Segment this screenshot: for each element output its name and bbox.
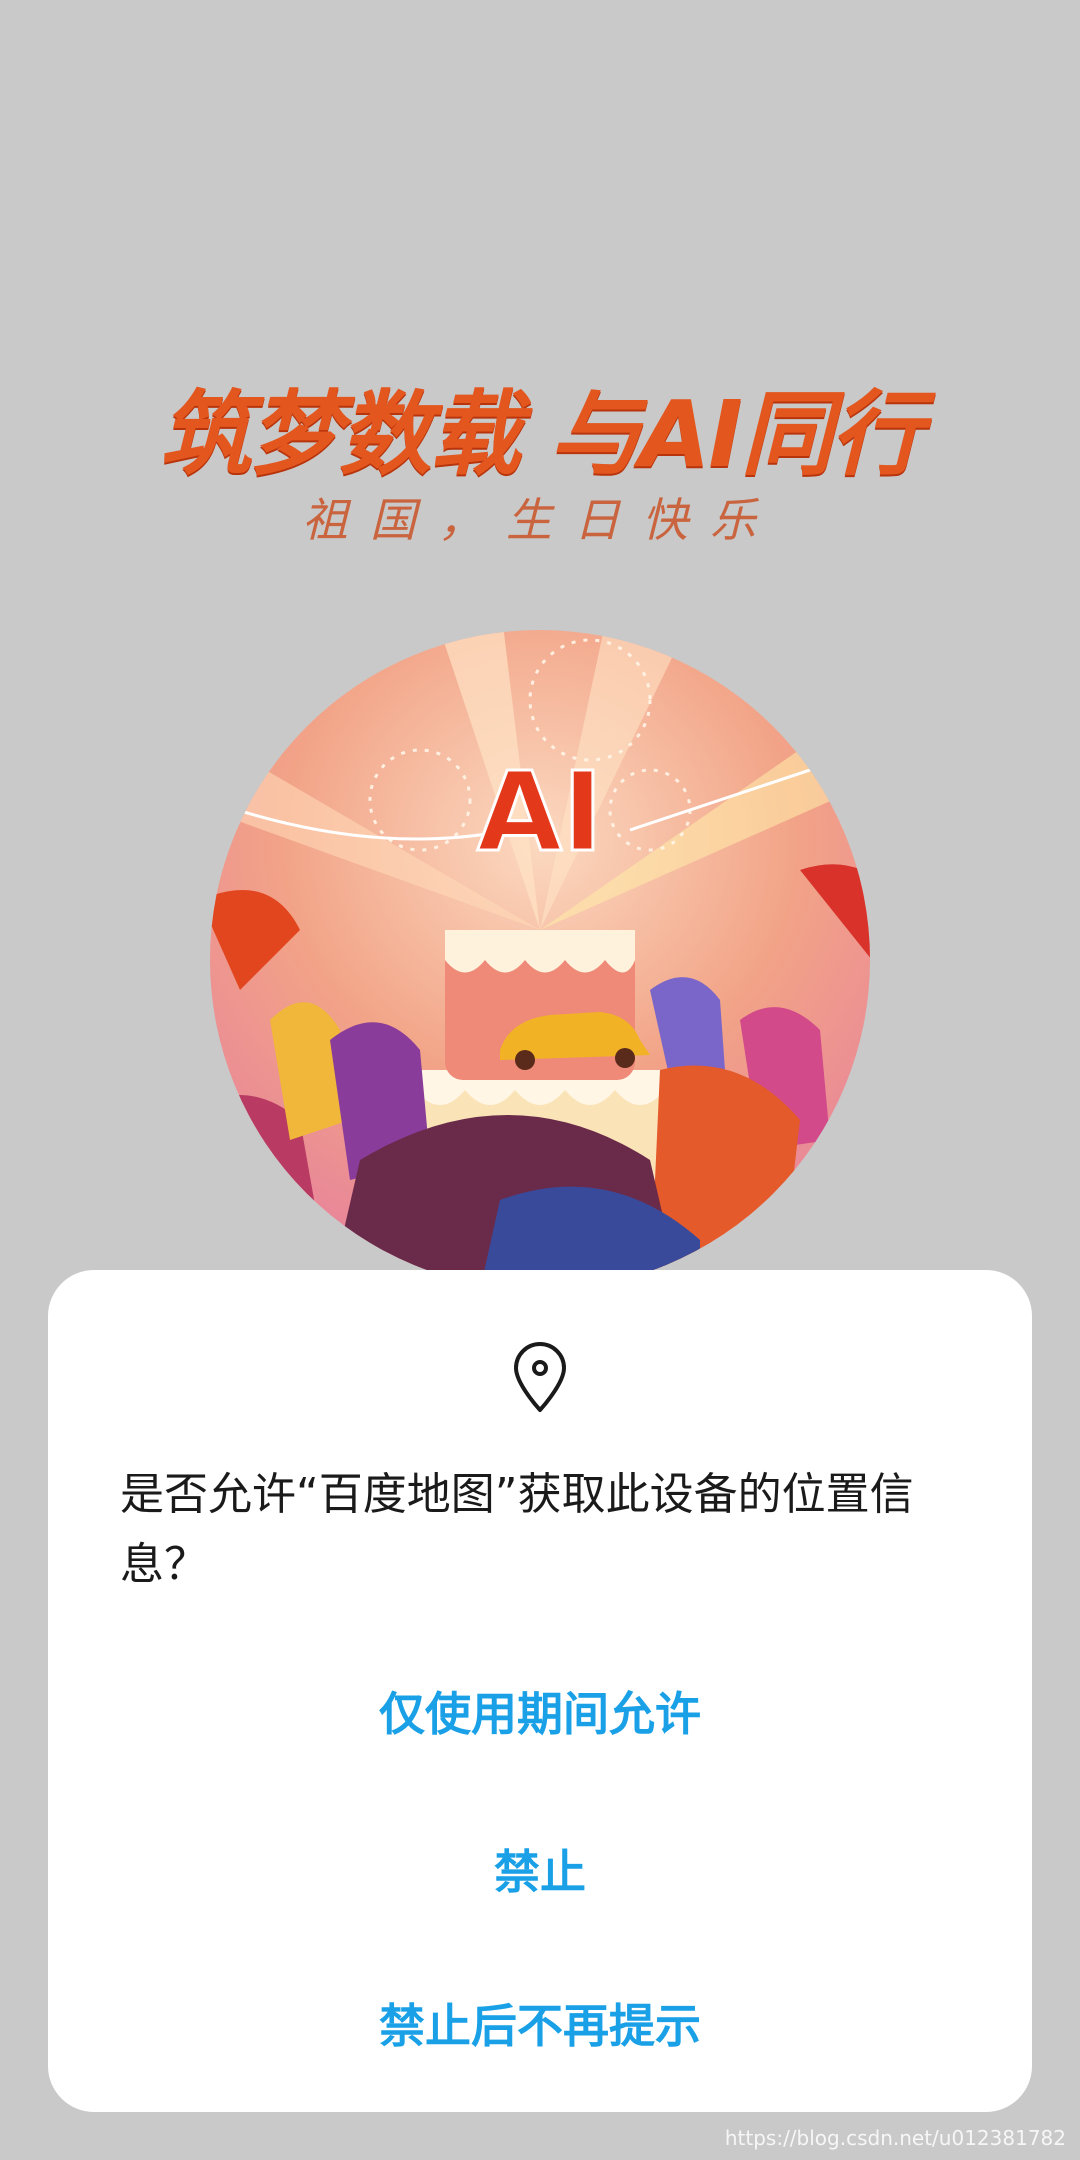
splash-subline: 祖国，生日快乐 — [302, 493, 778, 547]
birthday-cake-illustration: AI — [210, 630, 870, 1290]
allow-while-using-button[interactable]: 仅使用期间允许 — [48, 1678, 1032, 1744]
location-permission-dialog: 是否允许“百度地图”获取此设备的位置信息？ 仅使用期间允许 禁止 禁止后不再提示 — [48, 1270, 1032, 2112]
location-pin-icon — [514, 1342, 566, 1412]
permission-message: 是否允许“百度地图”获取此设备的位置信息？ — [120, 1469, 914, 1590]
splash-headline: 筑梦数载 与AI同行 — [159, 381, 922, 488]
deny-button[interactable]: 禁止 — [48, 1836, 1032, 1902]
watermark: https://blog.csdn.net/u012381782 — [724, 2126, 1066, 2150]
deny-dont-ask-again-button[interactable]: 禁止后不再提示 — [48, 1990, 1032, 2056]
cake-ai-text: AI — [477, 748, 603, 876]
